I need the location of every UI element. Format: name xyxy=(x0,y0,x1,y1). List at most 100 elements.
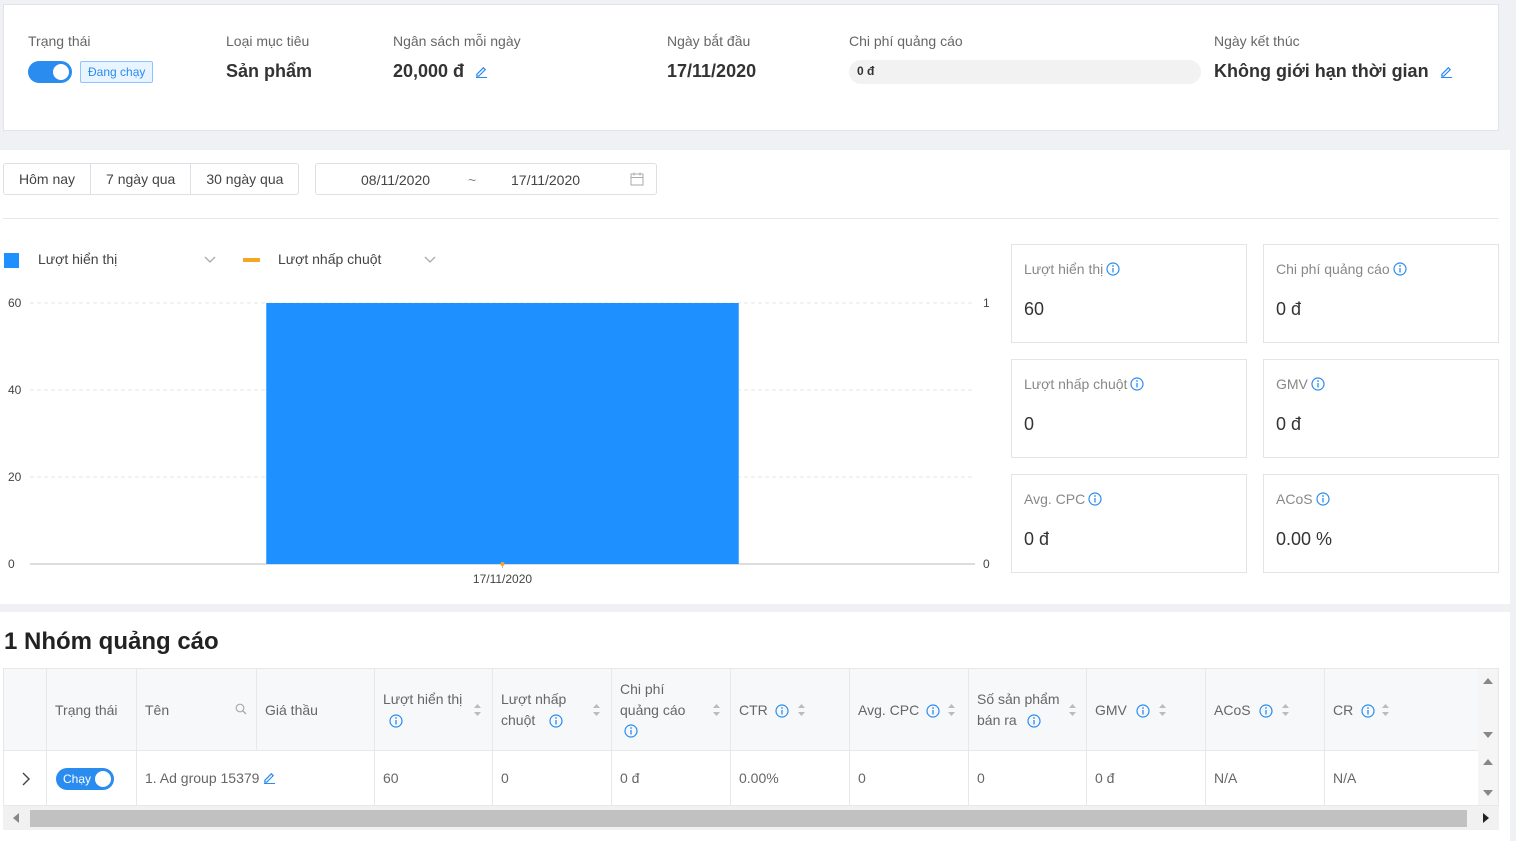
date-separator: ~ xyxy=(468,172,477,188)
sort-icon[interactable] xyxy=(1068,702,1077,718)
impressions-legend-swatch xyxy=(4,253,19,268)
ad-groups-section: 1 Nhóm quảng cáo Trạng thái Tên Giá thầu… xyxy=(0,612,1510,841)
info-icon[interactable] xyxy=(926,704,940,718)
sort-icon[interactable] xyxy=(1158,702,1167,718)
edit-end-date-icon[interactable] xyxy=(1440,65,1453,78)
chevron-right-icon[interactable] xyxy=(21,772,31,786)
cr-cell: N/A xyxy=(1333,770,1357,786)
sort-icon[interactable] xyxy=(473,702,482,718)
info-icon[interactable] xyxy=(1027,714,1041,728)
expand-column-header xyxy=(4,669,47,751)
column-header-gmv[interactable]: GMV xyxy=(1087,669,1206,751)
info-icon[interactable] xyxy=(1088,492,1102,506)
last-7-days-button[interactable]: 7 ngày qua xyxy=(91,164,192,194)
date-to: 17/11/2020 xyxy=(511,172,581,188)
stat-label: GMV xyxy=(1276,376,1308,392)
stat-value: 0 đ xyxy=(1276,414,1302,434)
stat-label: Avg. CPC xyxy=(1024,491,1086,507)
y2-tick-label: 0 xyxy=(983,557,990,571)
scroll-down-icon[interactable] xyxy=(1483,789,1493,797)
column-header-ad-spend[interactable]: Chi phí quảng cáo xyxy=(612,669,731,751)
vertical-scrollbar[interactable] xyxy=(1478,669,1498,805)
gmv-cell: 0 đ xyxy=(1087,751,1206,805)
ad-spend-cell: 0 đ xyxy=(612,751,731,805)
sort-icon[interactable] xyxy=(1281,702,1290,718)
impressions-cell: 60 xyxy=(375,751,493,805)
x-tick-label: 17/11/2020 xyxy=(473,572,532,586)
stat-label: Chi phí quảng cáo xyxy=(1276,261,1390,277)
column-header-cr[interactable]: CR xyxy=(1325,669,1480,751)
stat-value: 0 đ xyxy=(1276,299,1302,319)
chevron-down-icon[interactable] xyxy=(424,254,436,264)
info-icon[interactable] xyxy=(1106,262,1120,276)
stat-card-avg-cpc: Avg. CPC 0 đ xyxy=(1011,474,1247,573)
y-tick-label: 0 xyxy=(8,557,15,571)
column-header-avg-cpc[interactable]: Avg. CPC xyxy=(850,669,969,751)
status-badge: Đang chạy xyxy=(80,61,154,83)
edit-name-icon[interactable] xyxy=(263,771,276,784)
column-header-status: Trạng thái xyxy=(47,669,137,751)
campaign-summary: Trạng thái Đang chạy Loại mục tiêu Sản p… xyxy=(3,4,1499,131)
horizontal-scrollbar[interactable] xyxy=(3,806,1499,830)
stat-label: Lượt hiển thị xyxy=(1024,261,1104,277)
expand-cell xyxy=(4,751,47,805)
column-header-ctr[interactable]: CTR xyxy=(731,669,850,751)
clicks-metric-select[interactable]: Lượt nhấp chuột xyxy=(278,251,381,267)
sort-icon[interactable] xyxy=(712,702,721,718)
sort-icon[interactable] xyxy=(797,702,806,718)
stat-card-impressions: Lượt hiển thị 60 xyxy=(1011,244,1247,343)
goal-value: Sản phẩm xyxy=(226,61,313,81)
info-icon[interactable] xyxy=(549,714,563,728)
scrollbar-thumb[interactable] xyxy=(30,810,1467,827)
chevron-down-icon[interactable] xyxy=(204,254,216,264)
stat-value: 0 xyxy=(1024,414,1035,434)
performance-chart: 0 20 40 60 0 1 17/11/2020 xyxy=(8,296,990,586)
info-icon[interactable] xyxy=(1136,704,1150,718)
scroll-right-icon[interactable] xyxy=(1482,813,1490,823)
sort-icon[interactable] xyxy=(1381,702,1390,718)
toggle-knob xyxy=(95,771,111,787)
column-header-clicks[interactable]: Lượt nhấp chuột xyxy=(493,669,612,751)
table-header: Trạng thái Tên Giá thầu Lượt hiển thị Lư… xyxy=(4,669,1480,751)
today-button[interactable]: Hôm nay xyxy=(4,164,92,194)
edit-budget-icon[interactable] xyxy=(475,65,488,78)
scroll-up-icon[interactable] xyxy=(1483,677,1493,685)
info-icon[interactable] xyxy=(389,714,403,728)
section-title: 1 Nhóm quảng cáo xyxy=(4,628,219,655)
scroll-left-icon[interactable] xyxy=(12,813,20,823)
scroll-down-icon[interactable] xyxy=(1483,731,1493,739)
sort-icon[interactable] xyxy=(592,702,601,718)
info-icon[interactable] xyxy=(1361,704,1375,718)
stat-card-gmv: GMV 0 đ xyxy=(1263,359,1499,458)
scroll-up-icon[interactable] xyxy=(1483,758,1493,766)
stat-card-clicks: Lượt nhấp chuột 0 xyxy=(1011,359,1247,458)
start-date-label: Ngày bắt đầu xyxy=(667,33,751,49)
info-icon[interactable] xyxy=(1315,492,1330,506)
ad-group-name[interactable]: 1. Ad group 15379 xyxy=(145,770,259,786)
status-toggle[interactable] xyxy=(28,61,72,83)
ad-group-status-toggle[interactable]: Chạy xyxy=(56,768,114,790)
date-from: 08/11/2020 xyxy=(361,172,431,188)
sort-icon[interactable] xyxy=(947,702,956,718)
info-icon[interactable] xyxy=(624,724,638,738)
info-icon[interactable] xyxy=(775,704,789,718)
stat-label: Lượt nhấp chuột xyxy=(1024,376,1128,392)
info-icon[interactable] xyxy=(1130,377,1145,391)
clicks-cell: 0 xyxy=(493,751,612,805)
info-icon[interactable] xyxy=(1393,262,1407,276)
search-icon[interactable] xyxy=(235,703,247,715)
acos-cell: N/A xyxy=(1206,751,1325,805)
column-header-acos[interactable]: ACoS xyxy=(1206,669,1325,751)
y-tick-label: 20 xyxy=(8,470,22,484)
column-header-name: Tên xyxy=(137,669,256,751)
info-icon[interactable] xyxy=(1311,377,1325,391)
impressions-metric-select[interactable]: Lượt hiển thị xyxy=(38,251,117,267)
name-cell: 1. Ad group 15379 xyxy=(137,751,375,805)
info-icon[interactable] xyxy=(1259,704,1273,718)
y2-tick-label: 1 xyxy=(983,296,990,310)
date-range-picker[interactable]: 08/11/2020 ~ 17/11/2020 xyxy=(315,163,657,195)
last-30-days-button[interactable]: 30 ngày qua xyxy=(191,164,298,194)
column-header-impressions[interactable]: Lượt hiển thị xyxy=(375,669,493,751)
column-header-products-sold[interactable]: Số sản phẩm bán ra xyxy=(969,669,1087,751)
stat-card-ad-spend: Chi phí quảng cáo 0 đ xyxy=(1263,244,1499,343)
